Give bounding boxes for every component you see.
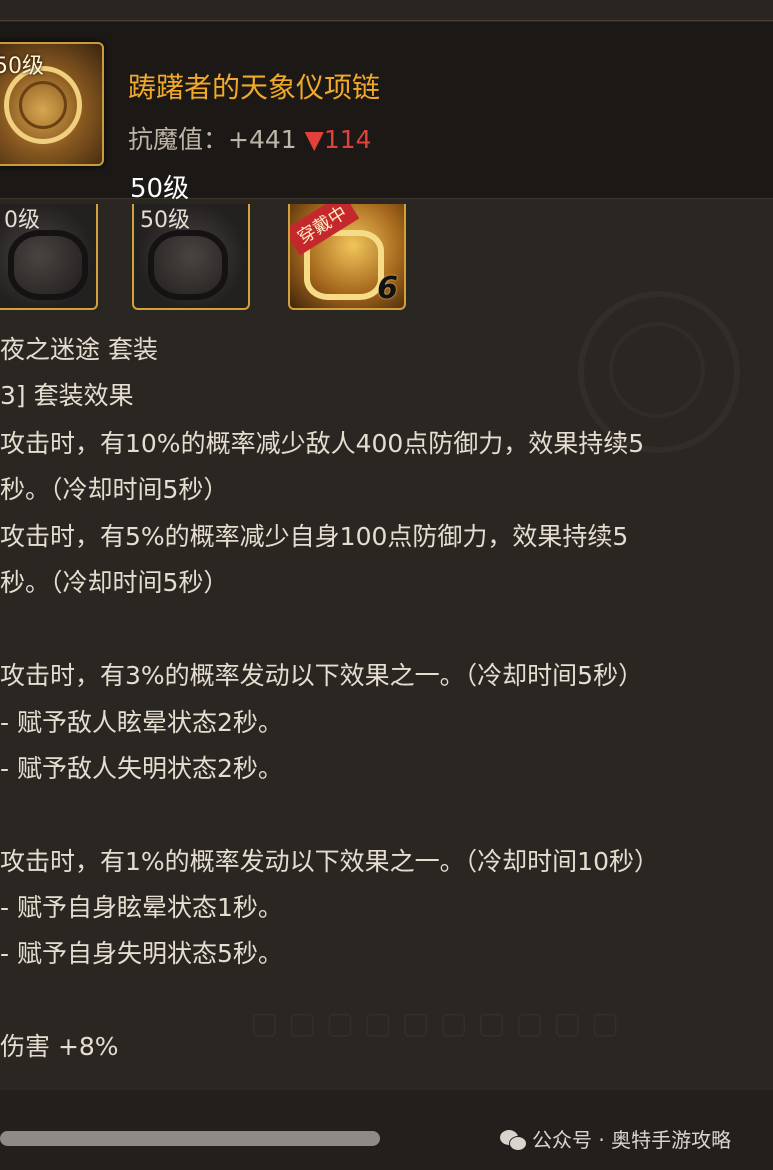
wechat-icon [500,1130,527,1151]
icon-level-label: 50级 [0,54,44,79]
set-effect-title: 3] 套装效果 [0,381,134,410]
horizontal-scrollbar[interactable] [0,1131,380,1146]
necklace-icon [8,230,88,300]
necklace-item-icon[interactable]: 50级 [0,42,104,166]
effect-line: 攻击时，有5%的概率减少自身100点防御力，效果持续5 [0,522,629,551]
background-ghost-text: ▢ ▢ ▢ ▢ ▢ ▢ ▢ ▢ ▢ ▢ [250,1006,619,1041]
watermark: 公众号 · 奥特手游攻略 [500,1124,731,1154]
top-strip [0,0,773,20]
stat-delta: ▼114 [304,125,372,154]
item-count: 6 [377,271,398,306]
stat-label: 抗魔值：+441 [128,125,305,154]
stat-line: 抗魔值：+441 ▼114 [128,120,372,156]
item-level: 50级 [130,174,190,204]
set-name: 夜之迷途 套装 [0,335,158,364]
effect-line: - 赋予敌人失明状态2秒。 [0,754,283,783]
effect-line: 秒。（冷却时间5秒） [0,568,229,597]
effect-line: 攻击时，有1%的概率发动以下效果之一。（冷却时间10秒） [0,847,659,876]
item-header: 50级 踌躇者的天象仪项链 抗魔值：+441 ▼114 50级 [0,22,773,204]
effect-line: - 赋予敌人眩晕状态2秒。 [0,708,283,737]
item-name: 踌躇者的天象仪项链 [128,71,381,104]
effect-line: 秒。（冷却时间5秒） [0,475,229,504]
bracelet-icon [148,230,228,300]
set-item-icon-1[interactable]: 0级 [0,204,98,310]
effect-line: - 赋予自身眩晕状态1秒。 [0,893,283,922]
effect-line: - 赋予自身失明状态5秒。 [0,939,283,968]
damage-bonus: 伤害 +8% [0,1032,119,1061]
effect-line: 攻击时，有3%的概率发动以下效果之一。（冷却时间5秒） [0,661,644,690]
watermark-text: 公众号 · 奥特手游攻略 [532,1128,732,1152]
set-item-icon-3[interactable]: 穿戴中 6 [288,204,406,310]
effect-line: 攻击时，有10%的概率减少敌人400点防御力，效果持续5 [0,429,645,458]
set-item-icon-2[interactable]: 50级 [132,204,250,310]
